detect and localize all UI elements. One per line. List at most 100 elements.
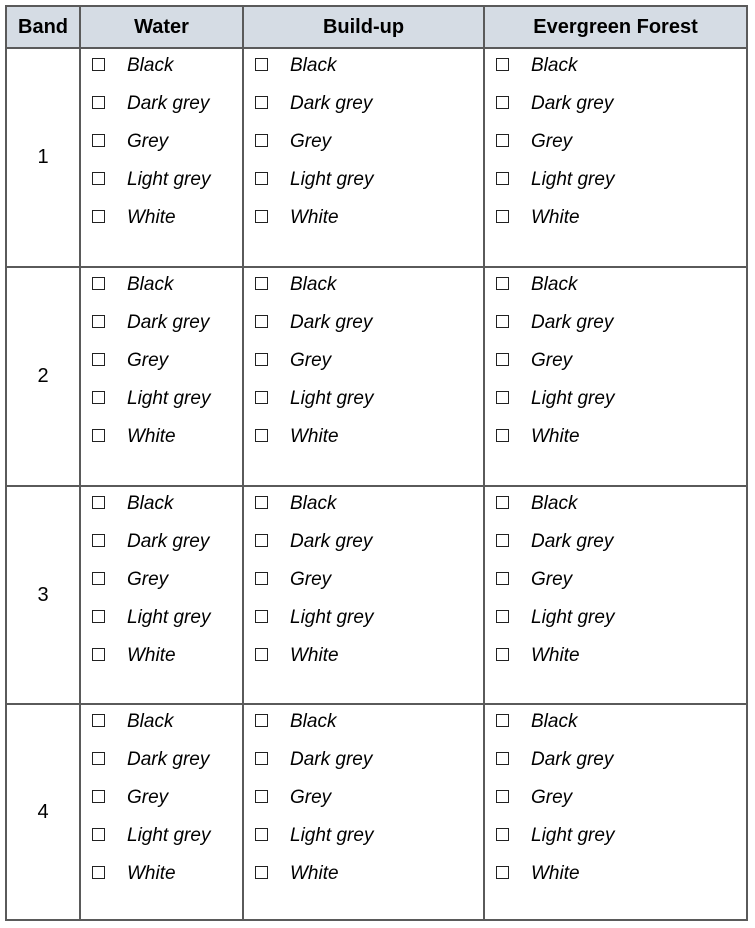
option-item[interactable]: Light grey bbox=[244, 386, 483, 424]
option-item[interactable]: Light grey bbox=[485, 386, 746, 424]
option-item[interactable]: Light grey bbox=[81, 386, 242, 424]
checkbox-icon[interactable] bbox=[255, 714, 268, 727]
option-item[interactable]: White bbox=[485, 643, 746, 681]
checkbox-icon[interactable] bbox=[92, 752, 105, 765]
option-item[interactable]: Black bbox=[485, 53, 746, 91]
option-item[interactable]: Light grey bbox=[81, 167, 242, 205]
option-item[interactable]: Light grey bbox=[244, 605, 483, 643]
option-item[interactable]: White bbox=[244, 424, 483, 462]
checkbox-icon[interactable] bbox=[255, 134, 268, 147]
option-item[interactable]: White bbox=[81, 643, 242, 681]
checkbox-icon[interactable] bbox=[255, 752, 268, 765]
checkbox-icon[interactable] bbox=[92, 496, 105, 509]
checkbox-icon[interactable] bbox=[92, 391, 105, 404]
checkbox-icon[interactable] bbox=[496, 866, 509, 879]
checkbox-icon[interactable] bbox=[92, 828, 105, 841]
checkbox-icon[interactable] bbox=[496, 610, 509, 623]
option-item[interactable]: Black bbox=[485, 491, 746, 529]
option-item[interactable]: Black bbox=[244, 491, 483, 529]
checkbox-icon[interactable] bbox=[255, 572, 268, 585]
checkbox-icon[interactable] bbox=[92, 610, 105, 623]
option-item[interactable]: Black bbox=[81, 53, 242, 91]
checkbox-icon[interactable] bbox=[255, 790, 268, 803]
checkbox-icon[interactable] bbox=[496, 172, 509, 185]
checkbox-icon[interactable] bbox=[255, 648, 268, 661]
checkbox-icon[interactable] bbox=[255, 828, 268, 841]
option-item[interactable]: Black bbox=[81, 709, 242, 747]
option-item[interactable]: Dark grey bbox=[244, 529, 483, 567]
checkbox-icon[interactable] bbox=[255, 353, 268, 366]
checkbox-icon[interactable] bbox=[92, 277, 105, 290]
checkbox-icon[interactable] bbox=[255, 96, 268, 109]
checkbox-icon[interactable] bbox=[255, 277, 268, 290]
option-item[interactable]: Grey bbox=[81, 567, 242, 605]
option-item[interactable]: Grey bbox=[244, 129, 483, 167]
checkbox-icon[interactable] bbox=[92, 315, 105, 328]
checkbox-icon[interactable] bbox=[92, 134, 105, 147]
option-item[interactable]: Light grey bbox=[485, 823, 746, 861]
checkbox-icon[interactable] bbox=[496, 134, 509, 147]
option-item[interactable]: Black bbox=[485, 709, 746, 747]
option-item[interactable]: Dark grey bbox=[485, 91, 746, 129]
checkbox-icon[interactable] bbox=[92, 534, 105, 547]
checkbox-icon[interactable] bbox=[255, 210, 268, 223]
option-item[interactable]: Black bbox=[485, 272, 746, 310]
option-item[interactable]: Black bbox=[244, 272, 483, 310]
checkbox-icon[interactable] bbox=[92, 648, 105, 661]
option-item[interactable]: White bbox=[244, 861, 483, 899]
checkbox-icon[interactable] bbox=[255, 610, 268, 623]
checkbox-icon[interactable] bbox=[496, 496, 509, 509]
option-item[interactable]: Dark grey bbox=[485, 529, 746, 567]
option-item[interactable]: Dark grey bbox=[244, 747, 483, 785]
option-item[interactable]: Light grey bbox=[485, 167, 746, 205]
checkbox-icon[interactable] bbox=[496, 752, 509, 765]
checkbox-icon[interactable] bbox=[92, 353, 105, 366]
checkbox-icon[interactable] bbox=[255, 534, 268, 547]
option-item[interactable]: Grey bbox=[244, 348, 483, 386]
option-item[interactable]: Black bbox=[244, 53, 483, 91]
checkbox-icon[interactable] bbox=[496, 210, 509, 223]
option-item[interactable]: Black bbox=[81, 272, 242, 310]
option-item[interactable]: Light grey bbox=[244, 823, 483, 861]
checkbox-icon[interactable] bbox=[496, 58, 509, 71]
option-item[interactable]: Dark grey bbox=[81, 747, 242, 785]
option-item[interactable]: White bbox=[81, 861, 242, 899]
option-item[interactable]: Grey bbox=[81, 785, 242, 823]
checkbox-icon[interactable] bbox=[496, 429, 509, 442]
option-item[interactable]: Grey bbox=[81, 129, 242, 167]
option-item[interactable]: White bbox=[485, 205, 746, 243]
checkbox-icon[interactable] bbox=[496, 572, 509, 585]
option-item[interactable]: White bbox=[244, 643, 483, 681]
option-item[interactable]: Light grey bbox=[244, 167, 483, 205]
option-item[interactable]: Dark grey bbox=[485, 310, 746, 348]
checkbox-icon[interactable] bbox=[496, 714, 509, 727]
checkbox-icon[interactable] bbox=[255, 429, 268, 442]
option-item[interactable]: Light grey bbox=[81, 823, 242, 861]
option-item[interactable]: White bbox=[485, 424, 746, 462]
checkbox-icon[interactable] bbox=[92, 790, 105, 803]
option-item[interactable]: Dark grey bbox=[244, 91, 483, 129]
checkbox-icon[interactable] bbox=[255, 391, 268, 404]
checkbox-icon[interactable] bbox=[255, 866, 268, 879]
checkbox-icon[interactable] bbox=[496, 534, 509, 547]
option-item[interactable]: Dark grey bbox=[244, 310, 483, 348]
option-item[interactable]: Dark grey bbox=[81, 91, 242, 129]
checkbox-icon[interactable] bbox=[496, 353, 509, 366]
checkbox-icon[interactable] bbox=[496, 315, 509, 328]
checkbox-icon[interactable] bbox=[496, 96, 509, 109]
option-item[interactable]: Grey bbox=[485, 129, 746, 167]
checkbox-icon[interactable] bbox=[92, 58, 105, 71]
option-item[interactable]: Grey bbox=[244, 567, 483, 605]
checkbox-icon[interactable] bbox=[255, 496, 268, 509]
option-item[interactable]: White bbox=[81, 205, 242, 243]
checkbox-icon[interactable] bbox=[496, 828, 509, 841]
checkbox-icon[interactable] bbox=[92, 210, 105, 223]
option-item[interactable]: Grey bbox=[485, 567, 746, 605]
checkbox-icon[interactable] bbox=[496, 391, 509, 404]
checkbox-icon[interactable] bbox=[496, 790, 509, 803]
checkbox-icon[interactable] bbox=[92, 96, 105, 109]
option-item[interactable]: Dark grey bbox=[485, 747, 746, 785]
option-item[interactable]: Black bbox=[81, 491, 242, 529]
option-item[interactable]: Dark grey bbox=[81, 529, 242, 567]
option-item[interactable]: Grey bbox=[485, 785, 746, 823]
